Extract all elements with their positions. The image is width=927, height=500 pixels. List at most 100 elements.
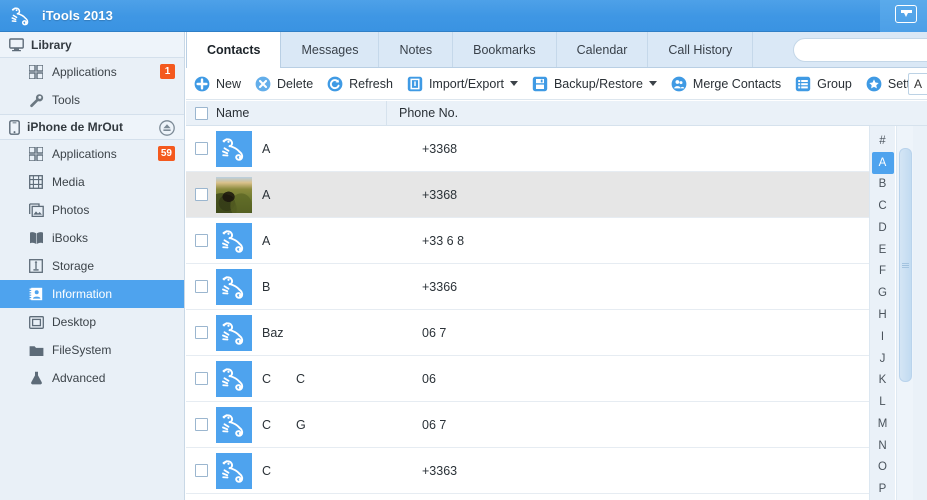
contact-name: A — [252, 142, 412, 156]
tab-messages[interactable]: Messages — [281, 32, 380, 67]
sidebar-item-label: iBooks — [52, 231, 89, 245]
new-button[interactable]: New — [194, 68, 241, 100]
table-row[interactable]: Baz 06 7 — [186, 310, 879, 356]
sidebar-item-desktop[interactable]: Desktop — [0, 308, 184, 336]
sidebar-item-filesystem[interactable]: FileSystem — [0, 336, 184, 364]
search-container — [793, 38, 927, 62]
contact-name: C — [252, 464, 412, 478]
itools-window: iTools 2013 Library Applications 1 Tools… — [0, 0, 927, 500]
row-checkbox[interactable] — [186, 142, 216, 155]
chevron-down-icon[interactable] — [509, 81, 518, 86]
sidebar-item-label: Applications — [52, 65, 117, 79]
row-checkbox[interactable] — [186, 372, 216, 385]
table-row[interactable]: B +3366 — [186, 264, 879, 310]
scrollbar-outer-rail — [913, 126, 927, 500]
sidebar-item-library-applications[interactable]: Applications 1 — [0, 58, 184, 86]
row-checkbox[interactable] — [186, 188, 216, 201]
refresh-button[interactable]: Refresh — [327, 68, 393, 100]
sidebar-group-device[interactable]: iPhone de MrOut — [0, 114, 184, 140]
tab-contacts[interactable]: Contacts — [186, 32, 282, 68]
row-checkbox[interactable] — [186, 418, 216, 431]
plus-circle-icon — [194, 76, 210, 91]
sidebar-badge: 1 — [160, 64, 175, 79]
chameleon-logo-icon — [11, 6, 29, 25]
group-list-icon — [795, 76, 811, 91]
alpha-index-item[interactable]: P — [872, 478, 894, 500]
alpha-index-item[interactable]: B — [872, 174, 894, 196]
alpha-index-item[interactable]: K — [872, 369, 894, 391]
sidebar-item-label: Tools — [52, 93, 81, 107]
import-export-button[interactable]: Import/Export — [407, 68, 518, 100]
avatar — [216, 176, 252, 213]
contact-name: A — [252, 234, 412, 248]
vertical-scrollbar[interactable] — [896, 126, 913, 500]
select-all-checkbox[interactable] — [186, 106, 216, 120]
row-checkbox[interactable] — [186, 280, 216, 293]
sidebar-item-information[interactable]: Information — [0, 280, 184, 308]
contact-first-name: A — [262, 141, 271, 156]
table-row[interactable]: C G 06 7 — [186, 402, 879, 448]
merge-contacts-icon — [671, 76, 687, 91]
column-header-phone[interactable]: Phone No. — [387, 106, 458, 120]
sidebar-item-tools[interactable]: Tools — [0, 86, 184, 114]
alpha-index-item[interactable]: N — [872, 435, 894, 457]
wrench-icon — [28, 92, 44, 108]
eject-icon[interactable] — [159, 120, 175, 136]
sidebar-item-label: Photos — [52, 203, 90, 217]
row-checkbox[interactable] — [186, 326, 216, 339]
sidebar-item-label: Media — [52, 175, 85, 189]
toolbar-side-input[interactable] — [908, 73, 927, 95]
row-checkbox[interactable] — [186, 234, 216, 247]
column-header-name[interactable]: Name — [216, 106, 386, 120]
tray-arrow-icon[interactable] — [895, 5, 917, 23]
sidebar-item-media[interactable]: Media — [0, 168, 184, 196]
alpha-index-item[interactable]: H — [872, 304, 894, 326]
table-row[interactable]: A +3368 — [186, 172, 879, 218]
sidebar-item-photos[interactable]: Photos — [0, 196, 184, 224]
contact-name: Baz — [252, 326, 412, 340]
table-row[interactable]: A +33 6 8 — [186, 218, 879, 264]
sidebar-badge: 59 — [157, 146, 175, 161]
tab-bookmarks[interactable]: Bookmarks — [453, 32, 557, 67]
alpha-index-item[interactable]: M — [872, 413, 894, 435]
scrollbar-thumb[interactable] — [899, 148, 912, 382]
import-export-icon — [407, 76, 423, 91]
alpha-index-item[interactable]: I — [872, 326, 894, 348]
alpha-index-item[interactable]: A — [871, 151, 894, 174]
titlebar-right-area — [880, 0, 927, 32]
sidebar-item-advanced[interactable]: Advanced — [0, 364, 184, 392]
toolbar-label: Backup/Restore — [553, 76, 643, 91]
row-checkbox[interactable] — [186, 464, 216, 477]
alpha-index-item[interactable]: G — [872, 282, 894, 304]
search-input[interactable] — [793, 38, 927, 62]
toolbar-label: New — [216, 76, 242, 91]
table-row[interactable]: A +3368 — [186, 126, 879, 172]
sidebar-group-library[interactable]: Library — [0, 32, 184, 58]
merge-contacts-button[interactable]: Merge Contacts — [671, 68, 781, 100]
alpha-index-item[interactable]: O — [872, 456, 894, 478]
alpha-index-item[interactable]: J — [872, 348, 894, 370]
backup-restore-button[interactable]: Backup/Restore — [532, 68, 657, 100]
alpha-index-item[interactable]: C — [872, 195, 894, 217]
tab-call-history[interactable]: Call History — [648, 32, 754, 67]
alpha-index-item[interactable]: D — [872, 217, 894, 239]
contact-first-name: A — [262, 233, 271, 248]
tab-calendar[interactable]: Calendar — [557, 32, 649, 67]
contact-phone: +3363 — [422, 463, 458, 478]
table-row[interactable]: C C 06 — [186, 356, 879, 402]
delete-button[interactable]: Delete — [255, 68, 313, 100]
table-row[interactable]: C +3363 — [186, 448, 879, 494]
sidebar-item-ibooks[interactable]: iBooks — [0, 224, 184, 252]
chameleon-logo-icon — [222, 321, 244, 345]
contacts-table: A +3368 A +3368 A +33 6 8 B +3366 Baz 06… — [186, 126, 879, 500]
alpha-index-item[interactable]: F — [872, 261, 894, 283]
toolbar-label: Group — [817, 76, 852, 91]
alpha-index-item[interactable]: E — [872, 239, 894, 261]
sidebar-item-device-applications[interactable]: Applications 59 — [0, 140, 184, 168]
alpha-index-item[interactable]: L — [872, 391, 894, 413]
alpha-index-item[interactable]: # — [872, 130, 894, 152]
tab-notes[interactable]: Notes — [379, 32, 454, 67]
sidebar-item-storage[interactable]: Storage — [0, 252, 184, 280]
group-button[interactable]: Group — [795, 68, 852, 100]
chevron-down-icon[interactable] — [648, 81, 657, 86]
